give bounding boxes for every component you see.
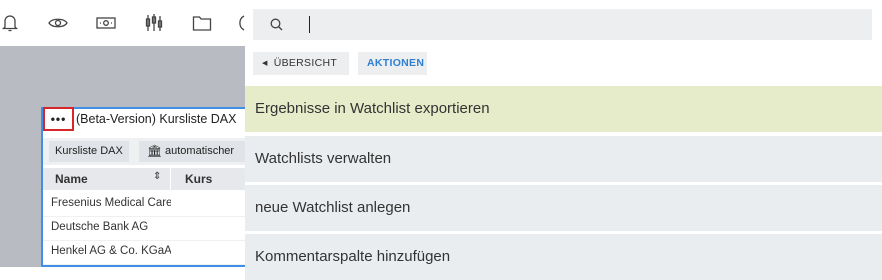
menu-item-new-watchlist[interactable]: neue Watchlist anlegen xyxy=(245,185,882,231)
candlestick-chart-icon[interactable] xyxy=(141,11,167,35)
widget-chip-bar: Kursliste DAX 🏛 automatischer xyxy=(43,138,259,165)
menu-item-add-comment-column[interactable]: Kommentarspalte hinzufügen xyxy=(245,234,882,280)
row-name: Deutsche Bank AG xyxy=(51,221,149,233)
search-input[interactable] xyxy=(299,13,863,38)
column-divider xyxy=(170,168,171,190)
chip-automatischer-label: automatischer xyxy=(165,145,235,157)
row-name: Fresenius Medical Care xyxy=(51,197,171,209)
widget-title: (Beta-Version) Kursliste DAX xyxy=(76,112,237,126)
actions-panel: ◀ ÜBERSICHT AKTIONEN Ergebnisse in Watchl… xyxy=(245,0,882,280)
text-caret xyxy=(309,16,310,33)
chip-kursliste-dax[interactable]: Kursliste DAX xyxy=(49,141,129,162)
search-bar xyxy=(253,9,872,40)
widget-menu-button[interactable]: ••• xyxy=(43,107,74,131)
table-row[interactable]: Deutsche Bank AG xyxy=(43,216,251,241)
caret-left-icon: ◀ xyxy=(262,60,268,67)
table-header: Name ⇕ Kurs xyxy=(43,168,251,190)
column-header-kurs[interactable]: Kurs xyxy=(185,172,212,186)
sort-icon[interactable]: ⇕ xyxy=(153,171,161,182)
kursliste-widget: ••• (Beta-Version) Kursliste DAX Kurslis… xyxy=(41,107,259,267)
tab-uebersicht[interactable]: ◀ ÜBERSICHT xyxy=(253,52,349,75)
table-row[interactable]: Fresenius Medical Care xyxy=(43,192,251,217)
widget-header: ••• (Beta-Version) Kursliste DAX xyxy=(43,107,251,136)
column-header-name[interactable]: Name xyxy=(55,172,88,186)
bell-icon[interactable] xyxy=(0,11,23,35)
tab-uebersicht-label: ÜBERSICHT xyxy=(273,57,338,69)
search-icon xyxy=(270,18,283,31)
row-name: Henkel AG & Co. KGaA xyxy=(51,245,171,257)
tab-aktionen[interactable]: AKTIONEN xyxy=(358,52,427,75)
menu-item-manage-watchlists[interactable]: Watchlists verwalten xyxy=(245,136,882,182)
top-toolbar xyxy=(0,0,245,46)
table-row[interactable]: Henkel AG & Co. KGaA xyxy=(43,240,251,265)
eye-icon[interactable] xyxy=(45,11,71,35)
menu-item-export-watchlist[interactable]: Ergebnisse in Watchlist exportieren xyxy=(245,86,882,132)
bank-icon: 🏛 xyxy=(147,144,163,158)
folder-icon[interactable] xyxy=(189,11,215,35)
chip-automatischer[interactable]: 🏛 automatischer xyxy=(139,141,259,162)
banknote-icon[interactable] xyxy=(93,11,119,35)
